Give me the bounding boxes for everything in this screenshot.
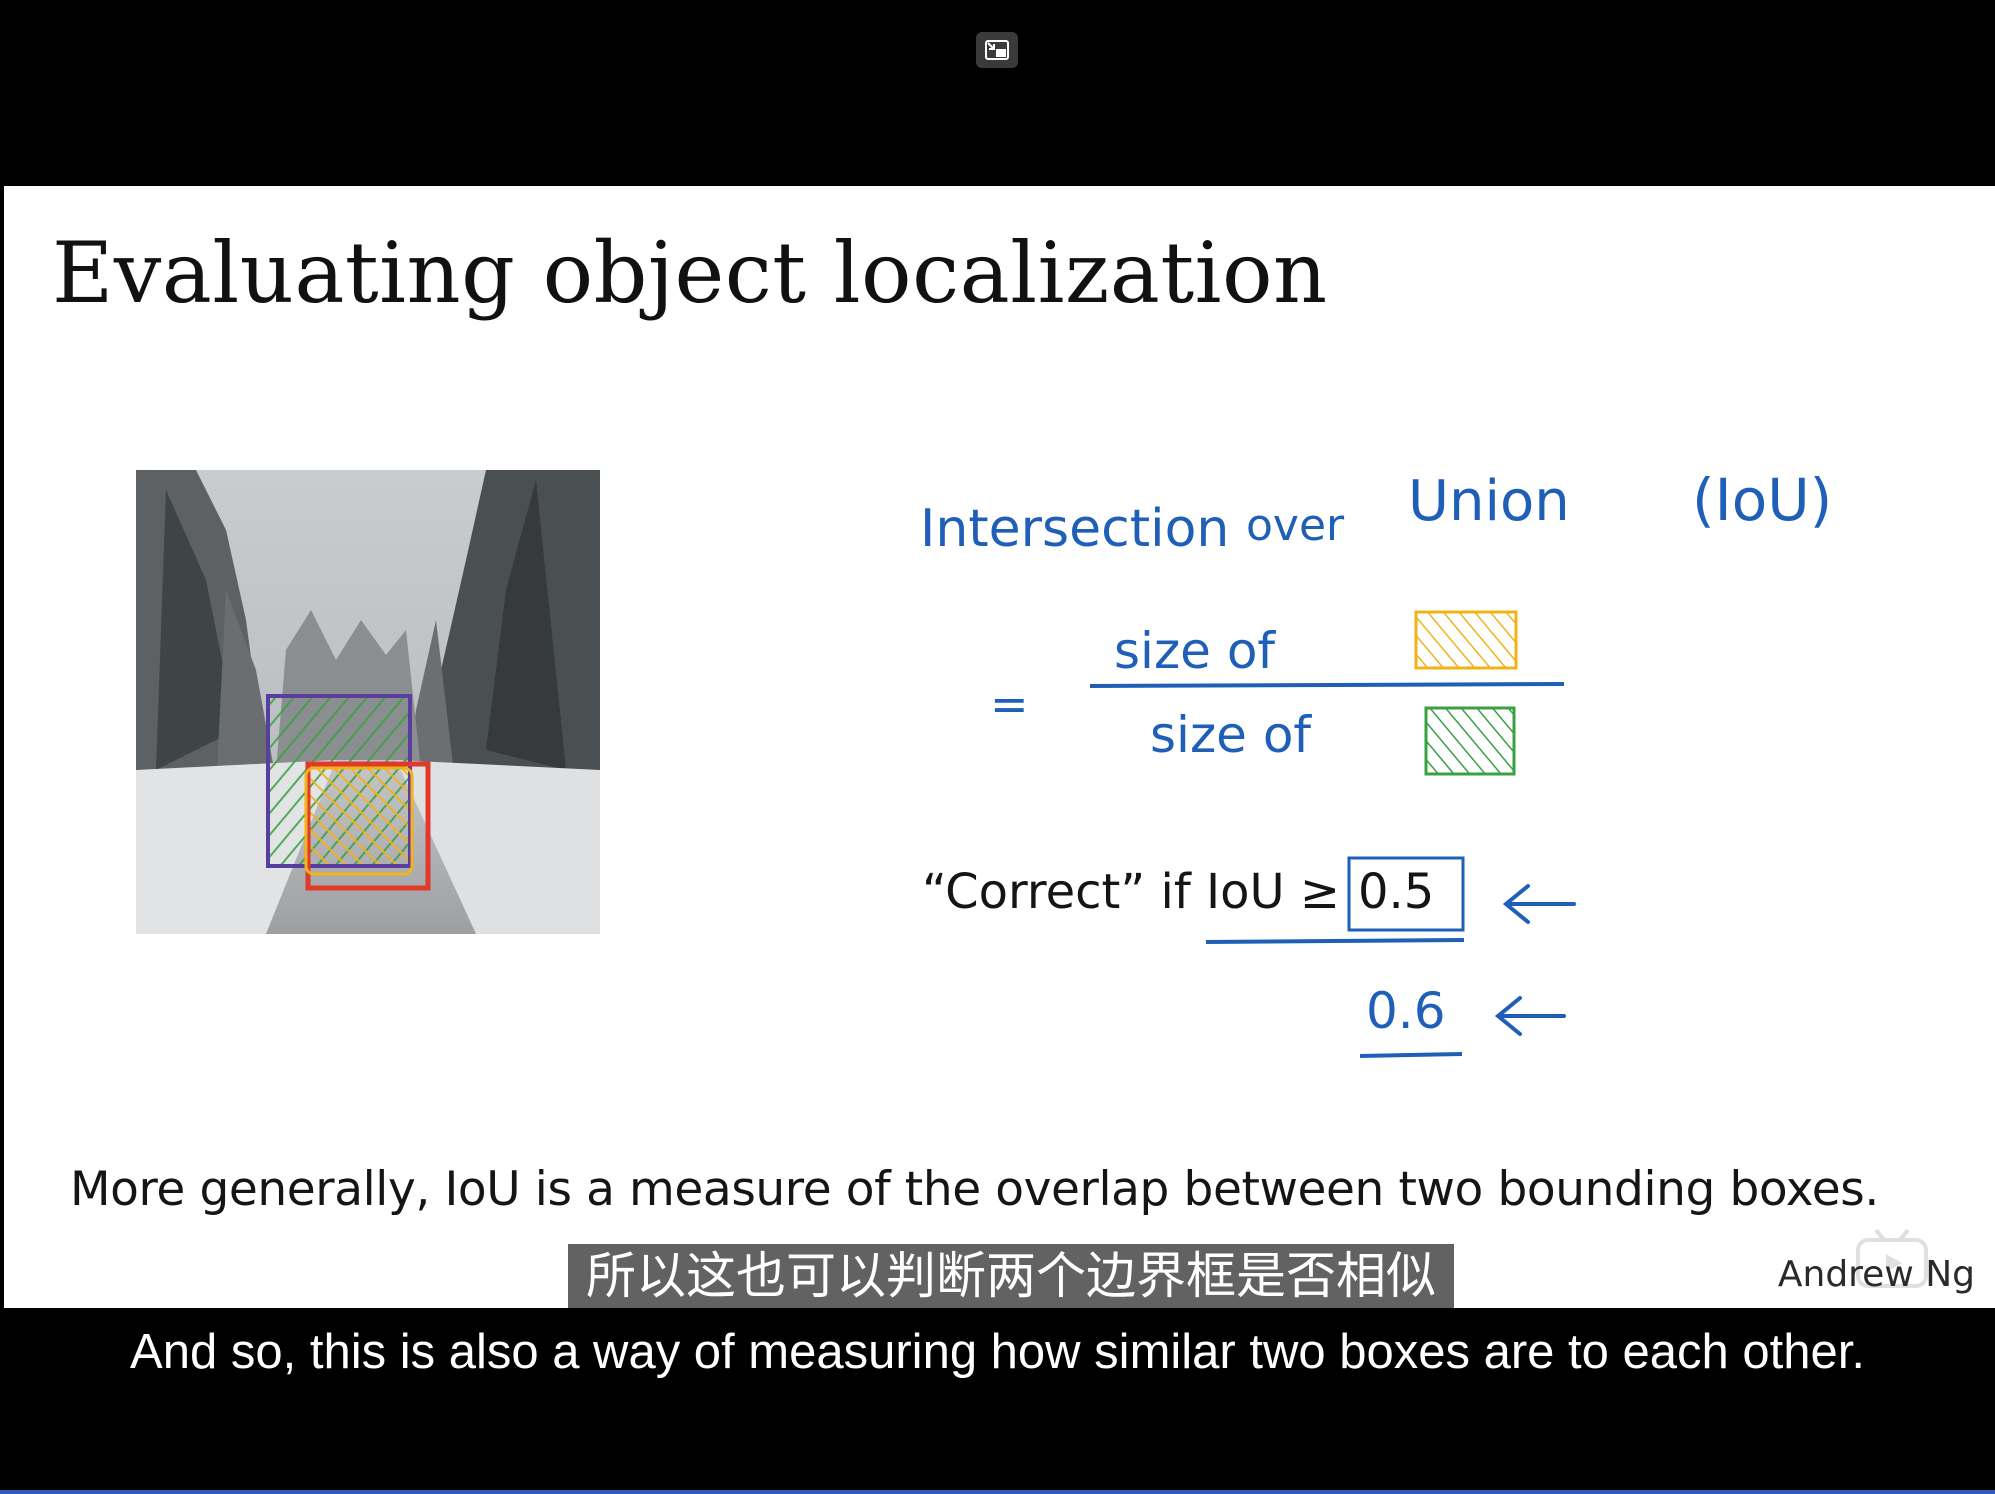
fraction-bar (1089, 682, 1565, 688)
hw-equals: = (990, 677, 1029, 731)
slide-author: Andrew Ng (1777, 1254, 1975, 1295)
exit-pip-button[interactable] (976, 32, 1018, 68)
hw-over: over (1246, 500, 1345, 551)
exit-picture-in-picture-icon (985, 40, 1009, 60)
hw-alt-threshold: 0.6 (1366, 982, 1446, 1040)
union-swatch (1424, 706, 1516, 776)
hw-numerator: size of (1114, 622, 1276, 680)
chinese-subtitle: 所以这也可以判断两个边界框是否相似 (568, 1244, 1454, 1308)
hw-iou: (IoU) (1692, 466, 1832, 534)
underline-alt (1359, 1052, 1463, 1058)
threshold-value: 0.5 (1358, 864, 1434, 920)
slide-summary: More generally, IoU is a measure of the … (70, 1162, 1879, 1217)
video-top-bar (0, 0, 1995, 186)
handwritten-annotations: Intersection over Union (IoU) = size of … (920, 466, 1832, 1058)
correct-condition-text: “Correct” if IoU ≥ (922, 864, 1340, 920)
progress-line (0, 1490, 1995, 1494)
left-arrow-icon (1494, 996, 1566, 1036)
intersection-swatch (1414, 610, 1518, 670)
hw-denominator: size of (1150, 706, 1312, 764)
lecture-slide: Evaluating object localization Intersect… (4, 186, 1995, 1308)
hw-union: Union (1408, 469, 1570, 534)
english-caption: And so, this is also a way of measuring … (130, 1325, 1865, 1379)
underline-iou (1205, 938, 1465, 944)
left-arrow-icon (1502, 884, 1576, 924)
hw-intersection: Intersection (920, 499, 1229, 559)
